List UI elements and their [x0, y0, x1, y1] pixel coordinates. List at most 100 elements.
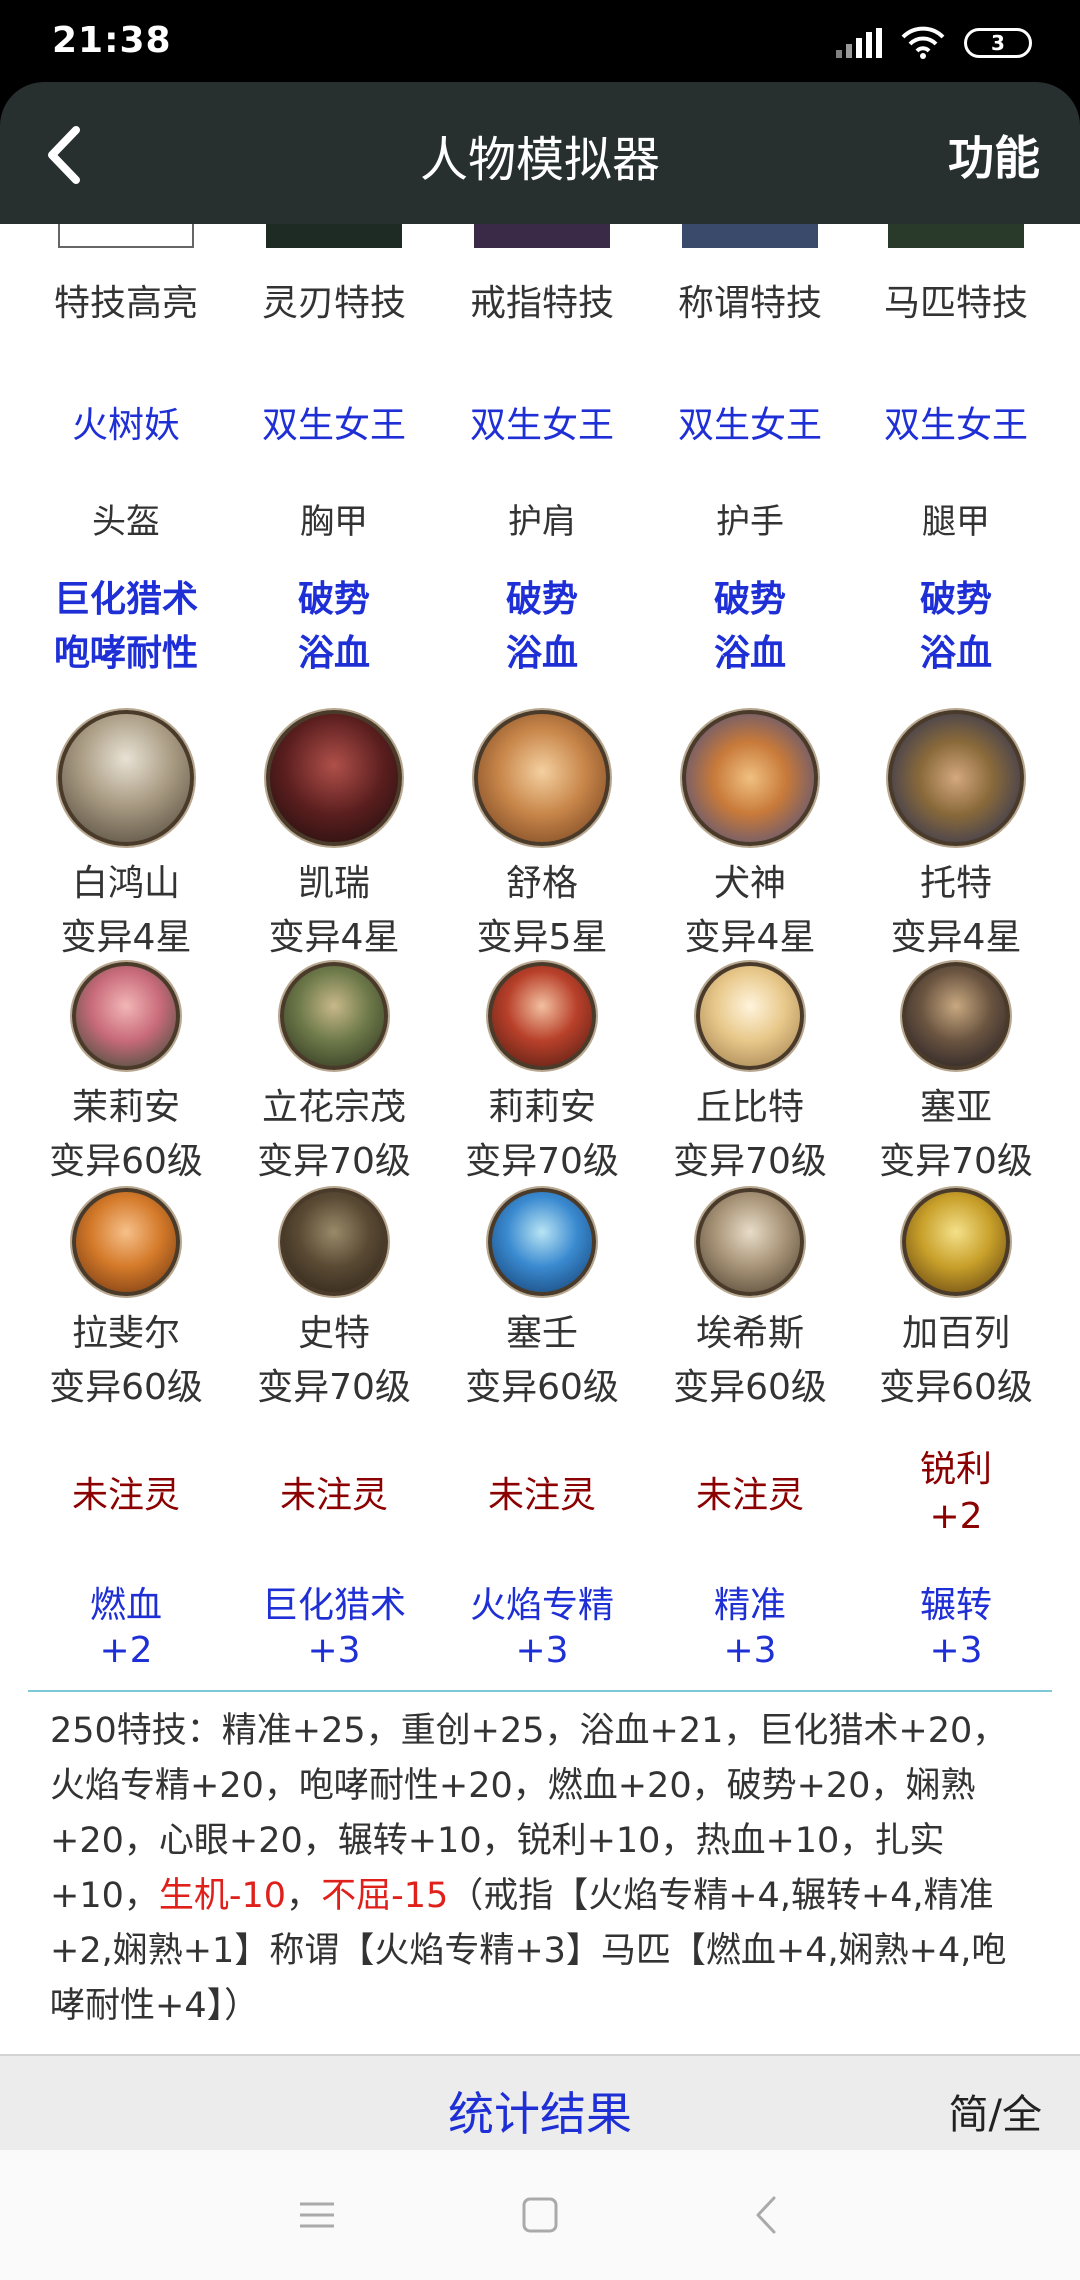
hero-name: 白鸿山 [71, 863, 180, 904]
hero-column-3: 戒指特技 双生女王 护肩 破势 浴血 舒格 变异5星 莉莉安 变异70级 塞壬 … [438, 224, 646, 1464]
section-divider [28, 1690, 1052, 1692]
stunt-value[interactable]: 双生女王 [646, 396, 854, 448]
hero-level: 变异4星 [268, 917, 400, 958]
bonus-value: +3 [515, 1630, 569, 1671]
hero-name: 舒格 [505, 863, 578, 904]
hero-level: 变异4星 [60, 917, 192, 958]
equip-label: 头盔 [92, 502, 160, 542]
hero-avatar[interactable] [72, 1188, 180, 1296]
hero-column-1: 特技高亮 火树妖 头盔 巨化猎术 咆哮耐性 白鸿山 变异4星 茉莉安 变异60级… [22, 224, 230, 1464]
equip-effect[interactable]: 浴血 [438, 624, 646, 676]
hero-level: 变异70级 [465, 1141, 619, 1182]
function-menu-button[interactable]: 功能 [948, 122, 1040, 188]
menu-icon[interactable] [292, 2190, 342, 2240]
stunt-value[interactable]: 火树妖 [22, 396, 230, 448]
item-thumbnail[interactable] [474, 224, 610, 248]
stunt-summary: 250特技：精准+25，重创+25，浴血+21，巨化猎术+20，火焰专精+20，… [50, 1704, 1040, 2034]
item-thumbnail[interactable] [266, 224, 402, 248]
item-thumbnail[interactable] [682, 224, 818, 248]
hero-avatar[interactable] [902, 962, 1010, 1070]
nav-back-icon[interactable] [742, 2190, 792, 2240]
item-thumbnail[interactable] [58, 224, 194, 248]
equip-effect[interactable]: 浴血 [230, 624, 438, 676]
hero-name: 拉斐尔 [71, 1313, 180, 1354]
infuse-status[interactable]: 未注灵 [438, 1466, 646, 1518]
hero-column-4: 称谓特技 双生女王 护手 破势 浴血 犬神 变异4星 丘比特 变异70级 埃希斯… [646, 224, 854, 1464]
hero-level: 变异70级 [257, 1367, 411, 1408]
hero-name: 塞壬 [505, 1313, 578, 1354]
bonus-value: +3 [929, 1630, 983, 1671]
stunt-value[interactable]: 双生女王 [230, 396, 438, 448]
status-bar: 21:38 3 [0, 0, 1080, 82]
infuse-status[interactable]: 未注灵 [22, 1466, 230, 1518]
stunt-label: 称谓特技 [677, 283, 822, 324]
stunt-label: 戒指特技 [469, 283, 614, 324]
hero-avatar[interactable] [58, 710, 194, 846]
hero-level: 变异4星 [684, 917, 816, 958]
hero-level: 变异5星 [476, 917, 608, 958]
equip-effect[interactable]: 浴血 [852, 624, 1060, 676]
hero-name: 茉莉安 [71, 1087, 180, 1128]
hero-name: 史特 [297, 1313, 370, 1354]
hero-avatar[interactable] [280, 962, 388, 1070]
hero-avatar[interactable] [696, 962, 804, 1070]
equip-label: 胸甲 [300, 502, 368, 542]
stunt-value[interactable]: 双生女王 [852, 396, 1060, 448]
equip-effect[interactable]: 破势 [438, 570, 646, 622]
hero-name: 丘比特 [695, 1087, 804, 1128]
hero-name: 凯瑞 [297, 863, 370, 904]
hero-level: 变异60级 [49, 1367, 203, 1408]
hero-avatar[interactable] [488, 962, 596, 1070]
wifi-icon [901, 26, 945, 59]
summary-negative: 不屈-15 [321, 1876, 449, 1916]
hero-level: 变异60级 [49, 1141, 203, 1182]
equip-label: 护肩 [508, 502, 576, 542]
hero-level: 变异70级 [257, 1141, 411, 1182]
equip-effect[interactable]: 咆哮耐性 [22, 624, 230, 676]
equip-effect[interactable]: 巨化猎术 [22, 570, 230, 622]
equip-effect[interactable]: 破势 [230, 570, 438, 622]
stats-result-button[interactable]: 统计结果 [0, 2078, 1080, 2144]
bonus-name[interactable]: 精准 [646, 1576, 854, 1628]
infuse-status[interactable]: 锐利 [852, 1440, 1060, 1492]
hero-name: 塞亚 [919, 1087, 992, 1128]
home-icon[interactable] [515, 2190, 565, 2240]
hero-avatar[interactable] [902, 1188, 1010, 1296]
hero-name: 犬神 [713, 863, 786, 904]
equip-label: 护手 [716, 502, 784, 542]
hero-avatar[interactable] [696, 1188, 804, 1296]
hero-column-2: 灵刃特技 双生女王 胸甲 破势 浴血 凯瑞 变异4星 立花宗茂 变异70级 史特… [230, 224, 438, 1464]
hero-avatar[interactable] [888, 710, 1024, 846]
app-bar: 人物模拟器 功能 [0, 82, 1080, 224]
hero-level: 变异60级 [673, 1367, 827, 1408]
bonus-value: +2 [99, 1630, 153, 1671]
equip-effect[interactable]: 破势 [646, 570, 854, 622]
hero-avatar[interactable] [280, 1188, 388, 1296]
equip-label: 腿甲 [922, 502, 990, 542]
bonus-name[interactable]: 火焰专精 [438, 1576, 646, 1628]
main-content: 特技高亮 火树妖 头盔 巨化猎术 咆哮耐性 白鸿山 变异4星 茉莉安 变异60级… [0, 224, 1080, 2054]
hero-avatar[interactable] [474, 710, 610, 846]
hero-avatar[interactable] [72, 962, 180, 1070]
equip-effect[interactable]: 破势 [852, 570, 1060, 622]
infuse-value: +2 [929, 1496, 983, 1537]
stunt-label: 马匹特技 [883, 283, 1028, 324]
stunt-label: 灵刃特技 [261, 283, 406, 324]
item-thumbnail[interactable] [888, 224, 1024, 248]
hero-avatar[interactable] [266, 710, 402, 846]
stunt-value[interactable]: 双生女王 [438, 396, 646, 448]
hero-level: 变异60级 [465, 1367, 619, 1408]
infuse-status[interactable]: 未注灵 [230, 1466, 438, 1518]
bonus-name[interactable]: 辗转 [852, 1576, 1060, 1628]
battery-icon: 3 [964, 28, 1032, 58]
equip-effect[interactable]: 浴血 [646, 624, 854, 676]
simple-full-toggle[interactable]: 简/全 [949, 2082, 1042, 2140]
hero-avatar[interactable] [682, 710, 818, 846]
hero-name: 立花宗茂 [261, 1087, 406, 1128]
bonus-name[interactable]: 巨化猎术 [230, 1576, 438, 1628]
hero-avatar[interactable] [488, 1188, 596, 1296]
bonus-name[interactable]: 燃血 [22, 1576, 230, 1628]
bonus-value: +3 [723, 1630, 777, 1671]
infuse-status[interactable]: 未注灵 [646, 1466, 854, 1518]
system-nav-bar [0, 2150, 1080, 2280]
